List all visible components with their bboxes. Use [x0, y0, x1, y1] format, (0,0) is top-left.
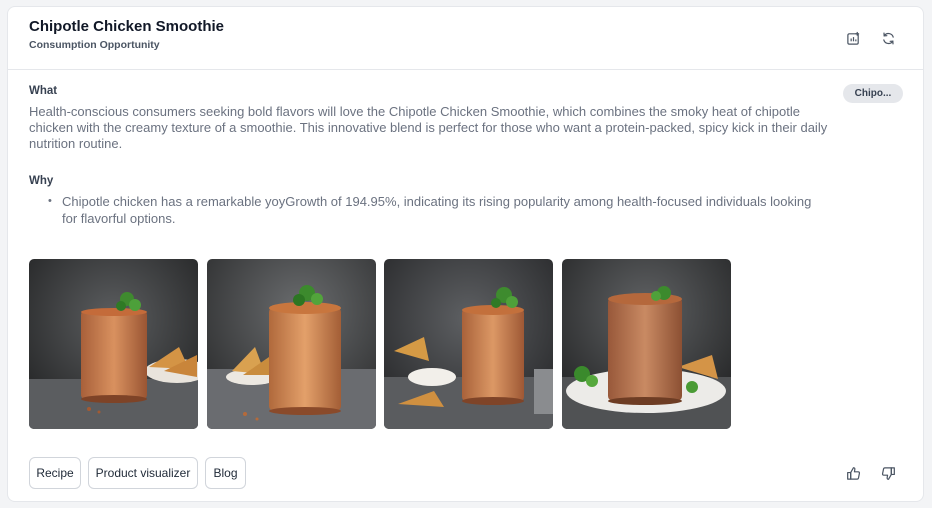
opportunity-card: Chipotle Chicken Smoothie Consumption Op… — [7, 6, 924, 502]
ingredient-tag[interactable]: Chipo... — [843, 84, 903, 103]
thumbs-up-icon[interactable] — [842, 462, 864, 484]
smoothie-image-1[interactable] — [29, 259, 198, 429]
what-label: What — [29, 85, 58, 97]
thumbs-down-icon[interactable] — [877, 462, 899, 484]
smoothie-image-2[interactable] — [207, 259, 376, 429]
refresh-icon[interactable] — [877, 27, 899, 49]
what-text: Health-conscious consumers seeking bold … — [29, 104, 828, 151]
card-title: Chipotle Chicken Smoothie — [29, 18, 225, 35]
smoothie-image-3[interactable] — [384, 259, 553, 429]
card-subtitle: Consumption Opportunity — [29, 39, 160, 51]
recipe-button[interactable]: Recipe — [29, 457, 81, 489]
card-header: Chipotle Chicken Smoothie Consumption Op… — [8, 7, 923, 70]
why-label: Why — [29, 175, 54, 187]
blog-button[interactable]: Blog — [205, 457, 246, 489]
product-visualizer-button[interactable]: Product visualizer — [88, 457, 198, 489]
why-list: Chipotle chicken has a remarkable yoyGro… — [48, 193, 818, 227]
why-item: Chipotle chicken has a remarkable yoyGro… — [48, 193, 818, 227]
smoothie-image-4[interactable] — [562, 259, 731, 429]
chart-add-icon[interactable] — [842, 27, 864, 49]
